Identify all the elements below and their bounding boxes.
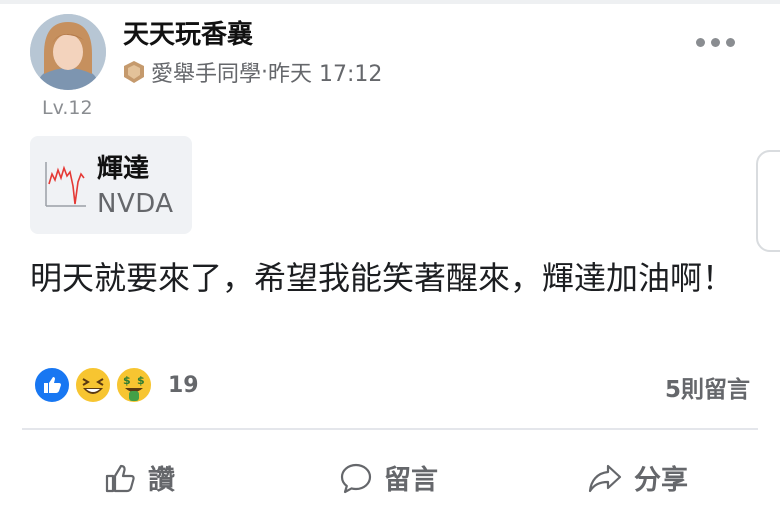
like-icon <box>33 366 71 404</box>
reaction-count: 19 <box>168 372 199 398</box>
share-label: 分享 <box>634 465 688 496</box>
more-options-button[interactable] <box>696 38 735 47</box>
comment-button[interactable]: 留言 <box>340 458 438 497</box>
dot-icon <box>696 38 705 47</box>
badge-icon <box>124 61 144 83</box>
laughing-icon <box>74 366 112 404</box>
stock-card[interactable]: 輝達 NVDA <box>30 136 192 234</box>
group-name[interactable]: 愛舉手同學 <box>151 56 261 88</box>
stock-name: 輝達 <box>97 154 150 184</box>
svg-text:$: $ <box>123 374 131 387</box>
sparkline-icon <box>45 162 86 207</box>
thumbs-up-icon <box>105 464 135 492</box>
like-button[interactable]: 讚 <box>104 458 175 497</box>
money-face-icon: $ $ <box>115 366 153 404</box>
divider <box>22 428 758 430</box>
svg-text:$: $ <box>137 374 145 387</box>
comment-label: 留言 <box>384 465 438 496</box>
top-separator <box>0 0 780 4</box>
reactions-summary[interactable]: $ $ 19 <box>33 366 199 404</box>
share-icon <box>588 464 622 492</box>
dot-icon <box>711 38 720 47</box>
post-text: 明天就要來了，希望我能笑著醒來，輝達加油啊！ <box>30 259 735 297</box>
post-meta: 愛舉手同學 · 昨天 17:12 <box>123 56 382 88</box>
dot-icon <box>726 38 735 47</box>
avatar[interactable] <box>30 14 106 90</box>
username[interactable]: 天天玩香襄 <box>123 14 253 51</box>
side-panel-edge[interactable] <box>756 150 780 252</box>
stock-code: NVDA <box>97 189 174 219</box>
like-label: 讚 <box>148 465 175 496</box>
post-time: 昨天 17:12 <box>268 62 383 87</box>
user-level: Lv.12 <box>42 97 93 119</box>
meta-separator: · <box>261 59 269 85</box>
comment-icon <box>340 463 372 493</box>
comments-count[interactable]: 5則留言 <box>665 370 750 404</box>
share-button[interactable]: 分享 <box>588 458 688 497</box>
